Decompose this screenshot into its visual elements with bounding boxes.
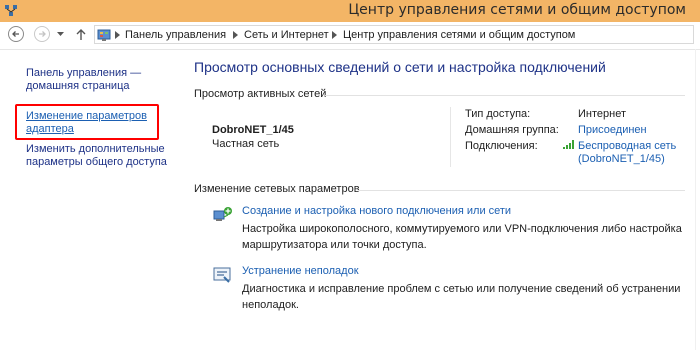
new-connection-description: Настройка широкополосного, коммутируемог…	[242, 221, 682, 253]
network-name: DobroNET_1/45	[212, 124, 294, 136]
sidebar-item-change-adapter-settings[interactable]: Изменение параметров адаптера	[26, 110, 147, 136]
sidebar-item-label: Изменить дополнительные	[26, 143, 165, 155]
chevron-right-icon[interactable]	[332, 31, 337, 39]
change-settings-header: Изменение сетевых параметров	[194, 183, 360, 195]
connection-link-line1[interactable]: Беспроводная сеть	[578, 140, 676, 152]
connections-label: Подключения:	[465, 140, 538, 152]
sidebar-item-label: Изменение параметров	[26, 110, 147, 122]
control-panel-icon	[97, 29, 111, 41]
access-type-label: Тип доступа:	[465, 108, 531, 120]
description-line: маршрутизатора или точки доступа.	[242, 239, 427, 251]
new-connection-icon	[213, 207, 232, 221]
sidebar-item-label: Панель управления —	[26, 67, 142, 79]
homegroup-label: Домашняя группа:	[465, 124, 559, 136]
back-button[interactable]	[8, 26, 24, 42]
title-bar: Центр управления сетями и общим доступом	[0, 0, 700, 22]
section-divider	[358, 190, 685, 191]
network-category: Частная сеть	[212, 138, 280, 150]
page-title: Просмотр основных сведений о сети и наст…	[194, 59, 606, 75]
breadcrumb-network-center[interactable]: Центр управления сетями и общим доступом	[343, 29, 575, 41]
back-arrow-icon	[12, 31, 19, 37]
chevron-right-icon	[115, 31, 120, 39]
sidebar-item-control-panel-home[interactable]: Панель управления — домашняя страница	[26, 67, 141, 93]
description-line: неполадок.	[242, 299, 299, 311]
description-line: Диагностика и исправление проблем с сеть…	[242, 283, 681, 295]
network-center-app-icon	[5, 5, 17, 16]
troubleshoot-description: Диагностика и исправление проблем с сеть…	[242, 281, 682, 313]
troubleshoot-link[interactable]: Устранение неполадок	[242, 265, 359, 277]
connection-link-line2[interactable]: (DobroNET_1/45)	[578, 153, 665, 165]
recent-dropdown-icon[interactable]	[57, 32, 64, 37]
section-divider	[325, 95, 685, 96]
sidebar-item-advanced-sharing-settings[interactable]: Изменить дополнительные параметры общего…	[26, 143, 167, 169]
homegroup-link[interactable]: Присоединен	[578, 124, 647, 136]
address-bar: Панель управления Сеть и Интернет Центр …	[0, 22, 700, 50]
network-divider	[450, 107, 451, 167]
wifi-signal-icon	[563, 140, 574, 149]
troubleshoot-icon	[213, 267, 231, 283]
forward-arrow-icon	[39, 31, 46, 37]
window-title: Центр управления сетями и общим доступом	[348, 2, 686, 18]
main-content: Просмотр основных сведений о сети и наст…	[180, 49, 700, 350]
address-field[interactable]: Панель управления Сеть и Интернет Центр …	[94, 25, 694, 44]
forward-button[interactable]	[34, 26, 50, 42]
access-type-value: Интернет	[578, 108, 626, 120]
sidebar-item-label: домашняя страница	[26, 80, 130, 92]
right-edge-divider	[695, 49, 696, 350]
description-line: Настройка широкополосного, коммутируемог…	[242, 223, 682, 235]
chevron-right-icon[interactable]	[233, 31, 238, 39]
breadcrumb-control-panel[interactable]: Панель управления	[125, 29, 226, 41]
breadcrumb-network-internet[interactable]: Сеть и Интернет	[244, 29, 329, 41]
active-networks-header: Просмотр активных сетей	[194, 88, 327, 100]
new-connection-link[interactable]: Создание и настройка нового подключения …	[242, 205, 511, 217]
sidebar-item-label: параметры общего доступа	[26, 156, 167, 168]
sidebar: Панель управления — домашняя страница Из…	[0, 49, 180, 350]
up-arrow-icon[interactable]	[75, 28, 87, 41]
sidebar-item-label: адаптера	[26, 123, 74, 135]
